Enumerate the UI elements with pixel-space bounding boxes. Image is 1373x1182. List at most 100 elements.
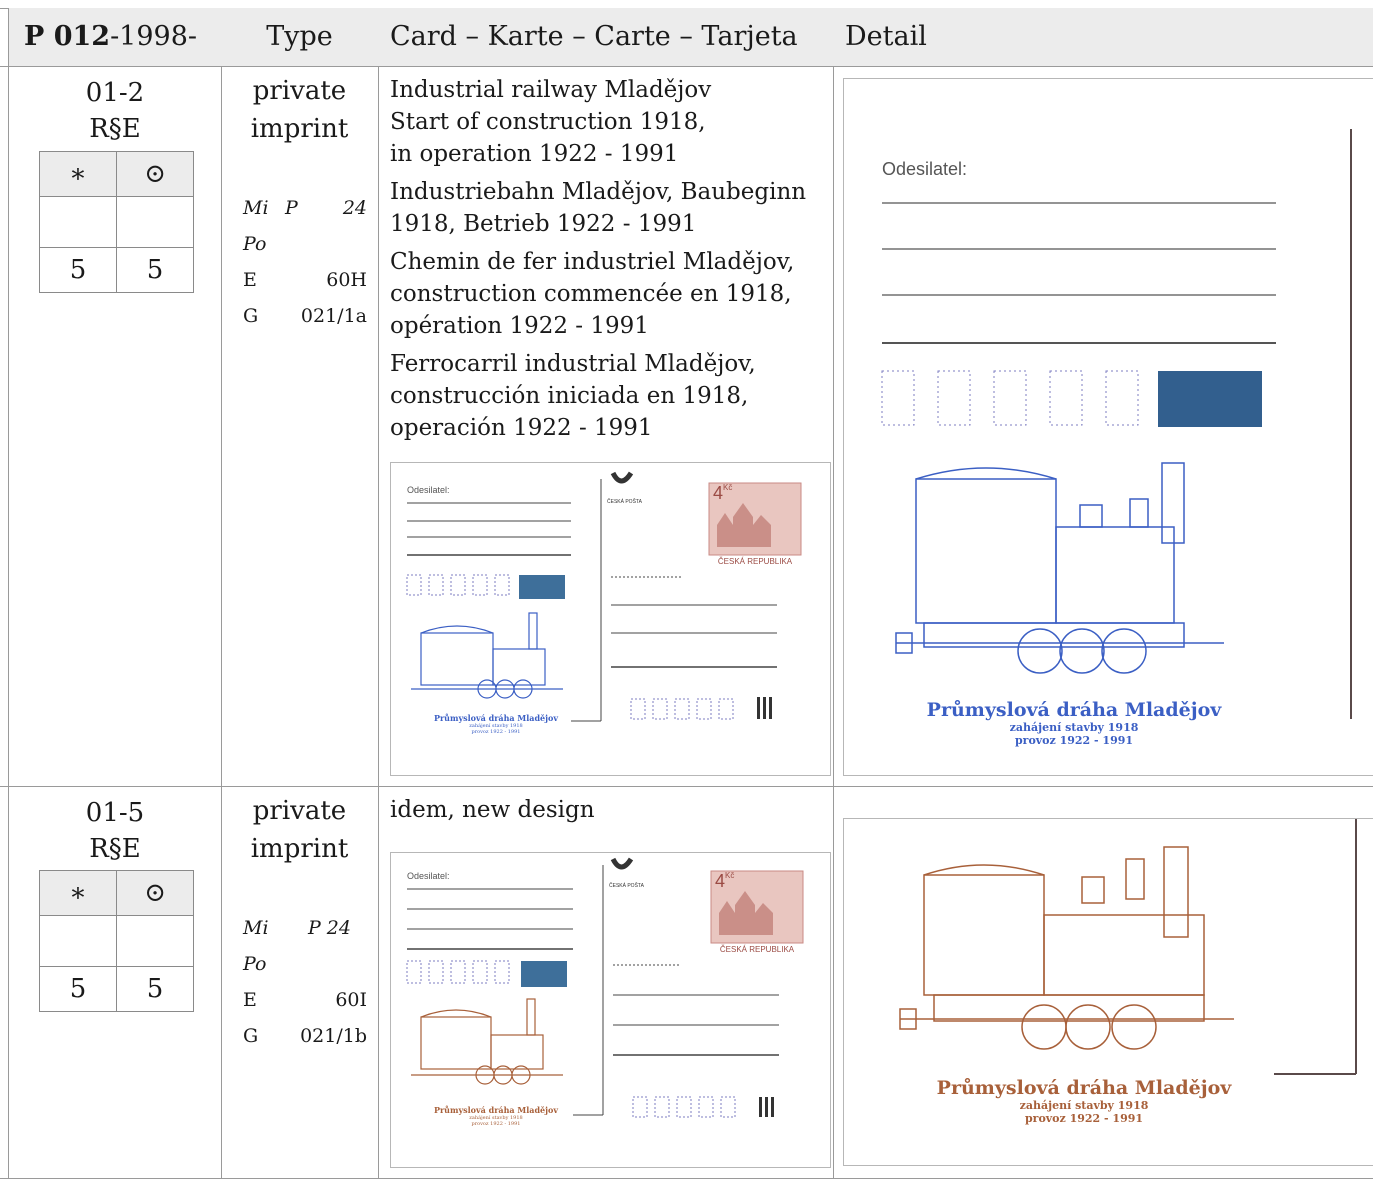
ref-e-value: 60H: [326, 269, 367, 291]
used-symbol: ⊙: [116, 870, 194, 916]
type-line1: private: [252, 76, 347, 106]
detail-sender-label: Odesilatel:: [882, 159, 968, 179]
desc-fr: Chemin de fer industriel Mladějov, const…: [390, 246, 830, 342]
used-value: 5: [116, 966, 194, 1012]
stamp-currency: Kč: [723, 483, 733, 492]
ref-po: Po: [243, 953, 267, 975]
card-stamp-country: ČESKÁ REPUBLIKA: [719, 945, 795, 954]
desc-es-line: construcción iniciada en 1918,: [390, 383, 749, 409]
desc-es-line: Ferrocarril industrial Mladějov,: [390, 351, 756, 377]
detail-caption: Průmyslová dráha Mladějov zahájení stavb…: [914, 1077, 1254, 1125]
ref-mi: Mi P 24: [243, 910, 367, 946]
ref-mi-label: Mi: [243, 197, 269, 219]
valuation-table: ∗ ⊙ 55: [39, 151, 194, 293]
item-rse: R§E: [89, 114, 141, 144]
ref-g-value: 021/1a: [300, 305, 367, 327]
ref-mi-label: Mi: [243, 917, 269, 939]
ref-g: G 021/1b: [243, 1018, 367, 1054]
description-text: idem, new design: [390, 797, 595, 823]
card-caption-title: Průmyslová dráha Mladějov: [433, 713, 559, 723]
stamp-currency: Kč: [725, 871, 735, 880]
ref-g-label: G: [243, 1025, 259, 1047]
valuation-table: ∗ ⊙ 55: [39, 870, 194, 1012]
detail-caption: Průmyslová dráha Mladějov zahájení stavb…: [904, 699, 1244, 747]
desc-de: Industriebahn Mladějov, Baubeginn 1918, …: [390, 176, 830, 240]
card-caption-line: provoz 1922 - 1991: [471, 1121, 521, 1127]
card-stamp-value: 4Kč: [713, 483, 732, 504]
desc-fr-line: construction commencée en 1918,: [390, 281, 792, 307]
mint-symbol: ∗: [39, 151, 117, 197]
ref-e-label: E: [243, 269, 257, 291]
ref-mi: Mi P 24: [243, 190, 367, 226]
card-stamp-value: 4Kč: [715, 871, 734, 892]
item-number: 01-5: [85, 798, 145, 828]
desc-de-line: Industriebahn Mladějov, Baubeginn: [390, 179, 807, 205]
postcard-image: Odesilatel: ČESKÁ POŠTA 4Kč ČESKÁ REPUBL…: [390, 852, 831, 1168]
ref-mi-value: P 24: [307, 917, 351, 939]
card-post-label: ČESKÁ POŠTA: [609, 883, 644, 889]
col-border-left: [8, 8, 9, 1179]
detail-illustration: [881, 129, 1352, 719]
ref-g-label: G: [243, 305, 259, 327]
catalog-refs: Mi P 24 Po E 60H G 021/1a: [243, 190, 367, 334]
header-detail: Detail: [845, 21, 927, 52]
ref-g-value: 021/1b: [300, 1025, 367, 1047]
type-line2: imprint: [250, 114, 349, 144]
ref-e-value: 60I: [335, 989, 367, 1011]
detail-caption-line: zahájení stavby 1918: [1019, 1099, 1149, 1112]
card-stamp-country: ČESKÁ REPUBLIKA: [717, 557, 793, 566]
card-sender-label: Odesilatel:: [407, 485, 450, 495]
ref-e-label: E: [243, 989, 257, 1011]
desc-fr-line: opération 1922 - 1991: [390, 313, 649, 339]
desc-fr-line: Chemin de fer industriel Mladějov,: [390, 249, 795, 275]
card-post-label: ČESKÁ POŠTA: [607, 499, 642, 505]
card-caption-title: Průmyslová dráha Mladějov: [433, 1105, 559, 1115]
item-rse: R§E: [89, 834, 141, 864]
detail-image: Průmyslová dráha Mladějov zahájení stavb…: [843, 818, 1373, 1166]
header-catalog: P 012-1998-: [24, 8, 197, 66]
detail-image: Odesilatel: Průmyslová dráha Mladějov za…: [843, 78, 1373, 776]
detail-caption-line: zahájení stavby 1918: [1009, 721, 1139, 734]
header-type: Type: [266, 21, 333, 52]
detail-caption-title: Průmyslová dráha Mladějov: [936, 1077, 1232, 1099]
empty-cell: [39, 915, 117, 967]
type-line1: private: [252, 796, 347, 826]
description-block: Industrial railway Mladějov Start of con…: [390, 74, 830, 444]
desc-es-line: operación 1922 - 1991: [390, 415, 653, 441]
ref-po: Po: [243, 233, 267, 255]
detail-caption-title: Průmyslová dráha Mladějov: [926, 699, 1222, 721]
ref-mi-value: 24: [342, 197, 367, 219]
mint-value: 5: [39, 966, 117, 1012]
stamp-value: 4: [713, 483, 724, 503]
desc-en: Industrial railway Mladějov Start of con…: [390, 74, 830, 170]
item-number: 01-2: [85, 78, 145, 108]
mint-value: 5: [39, 247, 117, 293]
desc-de-line: 1918, Betrieb 1922 - 1991: [390, 211, 697, 237]
detail-caption-line: provoz 1922 - 1991: [1024, 1112, 1144, 1125]
card-caption: Průmyslová dráha Mladějov zahájení stavb…: [411, 1105, 581, 1127]
used-symbol: ⊙: [116, 151, 194, 197]
col-border-1: [221, 8, 222, 1179]
empty-cell: [116, 196, 194, 248]
col-border-2: [378, 8, 379, 1179]
catalog-refs: Mi P 24 Po E 60I G 021/1b: [243, 910, 367, 1054]
empty-cell: [39, 196, 117, 248]
header-catalog-year: -1998-: [110, 21, 198, 52]
mint-symbol: ∗: [39, 870, 117, 916]
desc-en-line: Industrial railway Mladějov: [390, 77, 712, 103]
col-border-3: [833, 8, 834, 1179]
desc-en-line: in operation 1922 - 1991: [390, 141, 679, 167]
empty-cell: [116, 915, 194, 967]
header-catalog-number: P 012: [24, 21, 111, 52]
desc-es: Ferrocarril industrial Mladějov, constru…: [390, 348, 830, 444]
detail-caption-line: provoz 1922 - 1991: [1014, 734, 1134, 747]
postcard-image: Odesilatel: ČESKÁ POŠTA 4Kč ČESKÁ REPUBL…: [390, 462, 831, 776]
ref-e: E 60I: [243, 982, 367, 1018]
card-caption: Průmyslová dráha Mladějov zahájení stavb…: [411, 713, 581, 735]
card-caption-line: provoz 1922 - 1991: [471, 729, 521, 735]
used-value: 5: [116, 247, 194, 293]
ref-mi-prefix: P: [285, 197, 298, 219]
header-bottom-border: [0, 66, 1373, 67]
header-card: Card – Karte – Carte – Tarjeta: [390, 21, 798, 52]
desc-en-line: Start of construction 1918,: [390, 109, 706, 135]
